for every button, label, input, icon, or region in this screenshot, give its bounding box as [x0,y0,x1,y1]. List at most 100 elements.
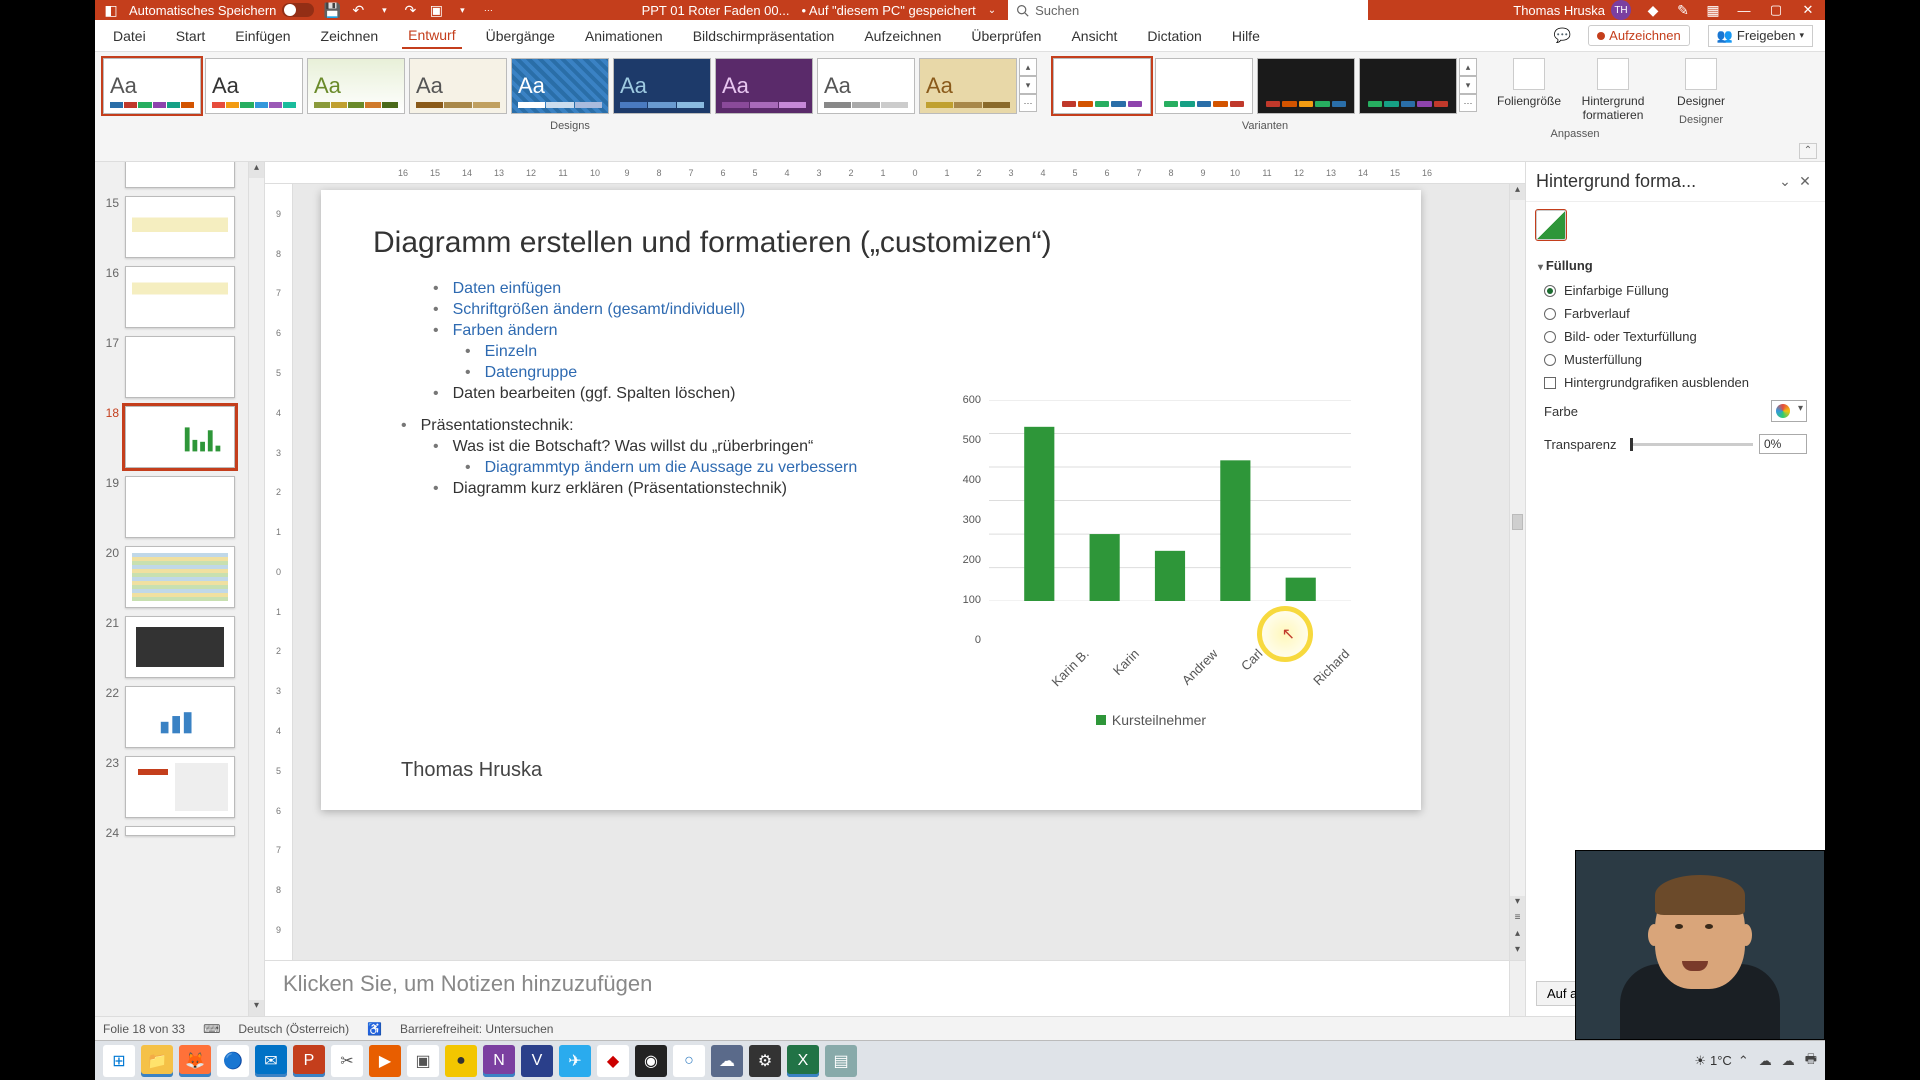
pane-close-icon[interactable]: ✕ [1795,173,1815,190]
taskbar-excel[interactable]: X [787,1045,819,1077]
theme-1[interactable]: Aa [103,58,201,114]
tab-entwurf[interactable]: Entwurf [402,23,461,49]
theme-7[interactable]: Aa [715,58,813,114]
undo-dropdown-icon[interactable]: ▾ [376,2,392,18]
document-name[interactable]: PPT 01 Roter Faden 00... [642,3,790,18]
tray-cloud-icon[interactable]: ☁ [1782,1053,1795,1069]
docname-chevron-icon[interactable]: ⌄ [988,5,996,16]
autosave-toggle[interactable]: Automatisches Speichern [129,3,314,18]
taskbar-telegram[interactable]: ✈ [559,1045,591,1077]
tab-dictation[interactable]: Dictation [1141,24,1207,48]
minimize-button[interactable]: — [1735,3,1753,18]
maximize-button[interactable]: ▢ [1767,2,1785,18]
taskbar-vlc[interactable]: ▶ [369,1045,401,1077]
notes-pane[interactable]: Klicken Sie, um Notizen hinzuzufügen [265,960,1525,1016]
thumb-19[interactable] [125,476,235,538]
taskbar-onenote[interactable]: N [483,1045,515,1077]
taskbar-outlook[interactable]: ✉ [255,1045,287,1077]
taskbar-snip[interactable]: ✂ [331,1045,363,1077]
presentation-start-icon[interactable]: ▣ [428,2,444,18]
slide-canvas[interactable]: Diagramm erstellen und formatieren („cus… [321,190,1421,810]
tab-ansicht[interactable]: Ansicht [1065,24,1123,48]
user-account[interactable]: Thomas Hruska TH [1513,0,1631,20]
slide-size-button[interactable]: Foliengröße [1493,58,1565,122]
qat-more-icon[interactable]: ⋯ [480,2,496,18]
status-accessibility[interactable]: Barrierefreiheit: Untersuchen [400,1022,553,1036]
tab-aufzeichnen[interactable]: Aufzeichnen [858,24,947,48]
toggle-switch[interactable] [282,3,314,17]
variant-gallery-scroll[interactable]: ▴▾⋯ [1459,58,1477,114]
theme-gallery-scroll[interactable]: ▴▾⋯ [1019,58,1037,114]
close-button[interactable]: ✕ [1799,2,1817,18]
theme-3[interactable]: Aa [307,58,405,114]
start-button[interactable]: ⊞ [103,1045,135,1077]
taskbar-weather[interactable]: ☀ 1°C [1694,1053,1731,1069]
taskbar-app5[interactable]: ☁ [711,1045,743,1077]
thumb-21[interactable] [125,616,235,678]
transparency-slider[interactable] [1630,443,1753,446]
touch-mode-icon[interactable]: ▾ [454,2,470,18]
comments-icon[interactable]: 💬 [1554,28,1570,44]
tab-zeichnen[interactable]: Zeichnen [315,24,385,48]
tray-onedrive-icon[interactable]: ☁ [1759,1053,1772,1069]
theme-9[interactable]: Aa [919,58,1017,114]
tab-ueberpruefen[interactable]: Überprüfen [965,24,1047,48]
search-box[interactable]: Suchen [1008,0,1368,20]
redo-icon[interactable]: ↷ [402,2,418,18]
designer-button[interactable]: Designer [1673,58,1729,108]
taskbar-app1[interactable]: ▣ [407,1045,439,1077]
slide-canvas-area[interactable]: Diagramm erstellen und formatieren („cus… [293,184,1525,960]
fill-pattern-option[interactable]: Musterfüllung [1538,348,1813,371]
thumb-15[interactable] [125,196,235,258]
thumb-17[interactable] [125,336,235,398]
save-location[interactable]: • Auf "diesem PC" gespeichert [801,3,975,18]
tab-einfuegen[interactable]: Einfügen [229,24,296,48]
theme-2[interactable]: Aa [205,58,303,114]
collapse-ribbon-button[interactable]: ⌃ [1799,143,1817,159]
calendar-icon[interactable]: ▦ [1705,2,1721,18]
pane-dropdown-icon[interactable]: ⌄ [1775,173,1795,190]
thumb-23[interactable] [125,756,235,818]
tab-start[interactable]: Start [170,24,212,48]
thumb-20[interactable] [125,546,235,608]
taskbar-app2[interactable]: ● [445,1045,477,1077]
tray-chevron-icon[interactable]: ⌃ [1738,1053,1749,1069]
fill-solid-option[interactable]: Einfarbige Füllung [1538,279,1813,302]
fill-header[interactable]: Füllung [1538,252,1813,279]
theme-4[interactable]: Aa [409,58,507,114]
taskbar-settings[interactable]: ⚙ [749,1045,781,1077]
taskbar-firefox[interactable]: 🦊 [179,1045,211,1077]
taskbar-explorer[interactable]: 📁 [141,1045,173,1077]
pane-fill-tab-icon[interactable] [1536,210,1566,240]
fill-gradient-option[interactable]: Farbverlauf [1538,302,1813,325]
canvas-vscroll[interactable]: ▴ ▾≡▴▾ [1509,184,1525,960]
variant-4[interactable] [1359,58,1457,114]
status-slide-position[interactable]: Folie 18 von 33 [103,1022,185,1036]
taskbar-powerpoint[interactable]: P [293,1045,325,1077]
status-language[interactable]: Deutsch (Österreich) [238,1022,349,1036]
color-picker-button[interactable] [1771,400,1807,422]
theme-6[interactable]: Aa [613,58,711,114]
variant-3[interactable] [1257,58,1355,114]
tab-bildschirm[interactable]: Bildschirmpräsentation [687,24,841,48]
notes-scrollbar[interactable] [1509,961,1525,1016]
theme-5[interactable]: Aa [511,58,609,114]
thumb-22[interactable] [125,686,235,748]
tab-datei[interactable]: Datei [107,24,152,48]
taskbar-chrome[interactable]: 🔵 [217,1045,249,1077]
thumb-24[interactable] [125,826,235,836]
variant-1[interactable] [1053,58,1151,114]
taskbar-app6[interactable]: ▤ [825,1045,857,1077]
hide-bg-graphics-option[interactable]: Hintergrundgrafiken ausblenden [1538,371,1813,394]
transparency-value[interactable]: 0% [1759,434,1807,454]
thumb-18[interactable] [125,406,235,468]
diamond-icon[interactable]: ◆ [1645,2,1661,18]
system-tray[interactable]: ⌃ ☁ ☁ 🖶 [1738,1050,1817,1072]
tab-uebergaenge[interactable]: Übergänge [480,24,561,48]
taskbar-app4[interactable]: ○ [673,1045,705,1077]
share-button[interactable]: 👥Freigeben▾ [1708,25,1813,47]
tray-printer-icon[interactable]: 🖶 [1805,1050,1817,1072]
pen-icon[interactable]: ✎ [1675,2,1691,18]
thumb-16[interactable] [125,266,235,328]
theme-8[interactable]: Aa [817,58,915,114]
